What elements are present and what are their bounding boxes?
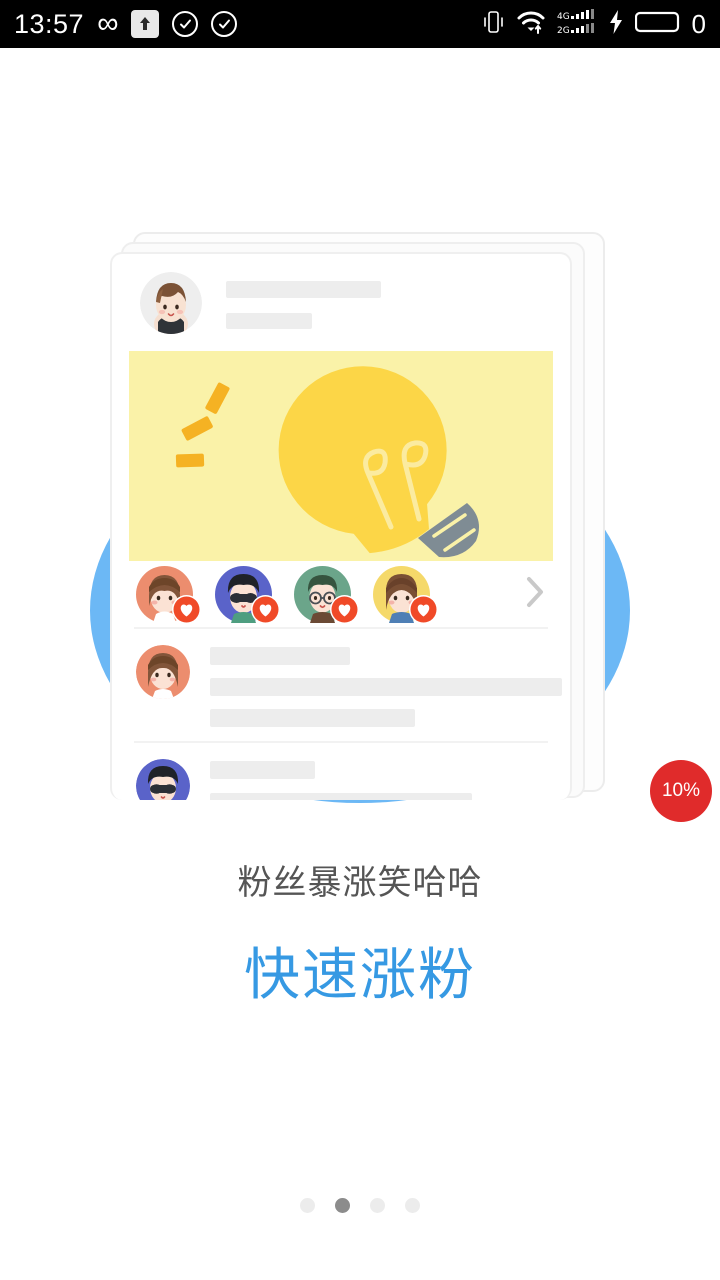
- card-stack: [0, 0, 720, 810]
- placeholder-timestamp: [226, 313, 312, 329]
- pager-dots[interactable]: [0, 1198, 720, 1213]
- caption-subtitle: 粉丝暴涨笑哈哈: [237, 863, 483, 903]
- comment-placeholders: [210, 759, 472, 800]
- heart-icon: [409, 594, 438, 624]
- placeholder-line: [210, 793, 472, 800]
- chevron-right-icon[interactable]: [524, 575, 546, 614]
- post-header: [112, 254, 570, 334]
- avatar[interactable]: [140, 272, 202, 334]
- progress-badge[interactable]: 10%: [650, 760, 712, 822]
- pager-dot-3[interactable]: [370, 1198, 385, 1213]
- liker-avatar-3[interactable]: [294, 565, 359, 624]
- list-item[interactable]: [112, 743, 570, 800]
- list-item[interactable]: [112, 629, 570, 741]
- avatar: [136, 645, 190, 699]
- avatar: [136, 759, 190, 800]
- liker-avatar-2[interactable]: [215, 565, 280, 624]
- progress-badge-label: 10%: [661, 780, 701, 801]
- liker-avatars-row[interactable]: [112, 561, 570, 627]
- heart-icon: [172, 594, 201, 624]
- comment-placeholders: [210, 645, 562, 727]
- lightbulb-illustration[interactable]: [129, 351, 553, 561]
- liker-avatar-1[interactable]: [136, 565, 201, 624]
- placeholder-line: [210, 709, 415, 727]
- placeholder-line: [210, 647, 350, 665]
- heart-icon: [251, 594, 280, 624]
- page-title: 快速涨粉: [244, 943, 476, 1008]
- feed-post-card[interactable]: [110, 252, 572, 800]
- placeholder-line: [210, 761, 315, 779]
- post-header-placeholders: [226, 272, 381, 329]
- pager-dot-2[interactable]: [335, 1198, 350, 1213]
- caption-block: 粉丝暴涨笑哈哈 快速涨粉: [0, 855, 720, 1011]
- heart-icon: [330, 594, 359, 624]
- pager-dot-1[interactable]: [300, 1198, 315, 1213]
- pager-dot-4[interactable]: [405, 1198, 420, 1213]
- placeholder-username: [226, 281, 381, 298]
- liker-avatar-4[interactable]: [373, 565, 438, 624]
- placeholder-line: [210, 678, 562, 696]
